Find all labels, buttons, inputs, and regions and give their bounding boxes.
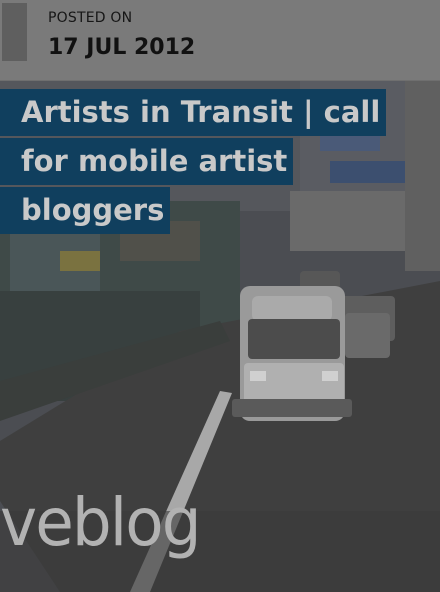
post-title-line[interactable]: for mobile artist <box>0 138 294 185</box>
posted-on-label: POSTED ON <box>48 10 133 26</box>
post-title-line[interactable]: Artists in Transit | call <box>0 89 387 136</box>
post-meta-header: POSTED ON 17 JUL 2012 <box>0 0 440 80</box>
image-watermark-text: veblog <box>0 484 202 561</box>
post-title-line[interactable]: bloggers <box>0 187 171 234</box>
date-tab-marker <box>2 3 27 61</box>
post-date: 17 JUL 2012 <box>48 35 196 60</box>
post-title[interactable]: Artists in Transit | call for mobile art… <box>0 89 420 236</box>
